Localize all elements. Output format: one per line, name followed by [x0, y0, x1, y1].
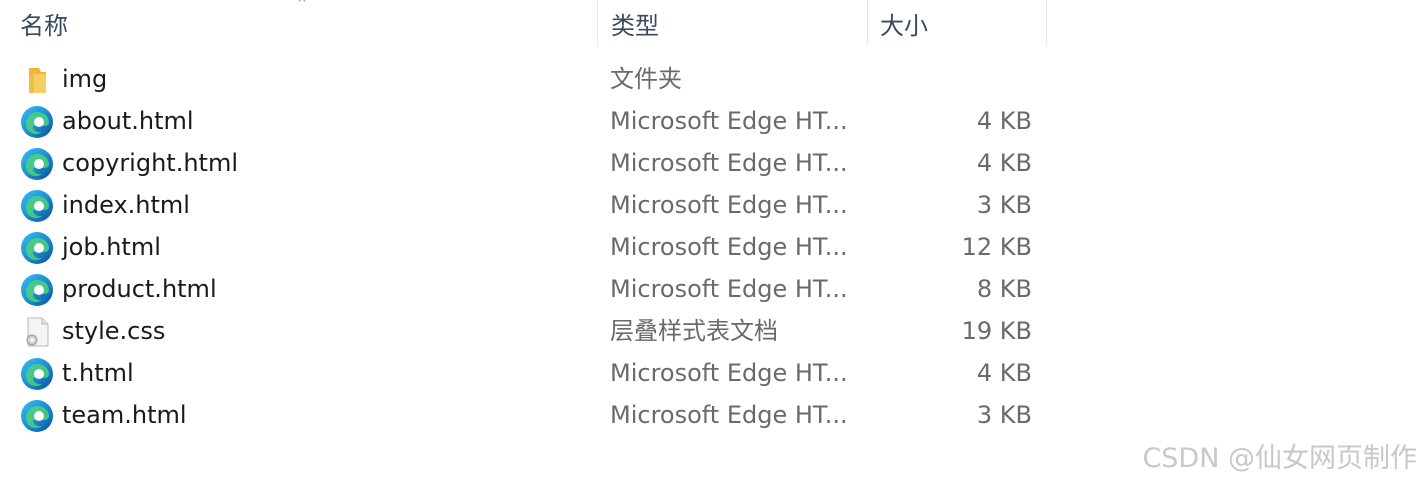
file-row[interactable]: about.html Microsoft Edge HT... 4 KB — [0, 100, 1050, 142]
sort-indicator-icon: ^ — [297, 0, 308, 10]
file-size: 4 KB — [976, 107, 1032, 135]
file-name: copyright.html — [62, 149, 239, 177]
file-name: team.html — [62, 401, 187, 429]
file-row[interactable]: copyright.html Microsoft Edge HT... 4 KB — [0, 142, 1050, 184]
edge-icon — [20, 231, 54, 265]
column-header-type-label: 类型 — [611, 11, 659, 40]
folder-icon — [20, 63, 54, 97]
file-name: index.html — [62, 191, 190, 219]
edge-icon — [20, 273, 54, 307]
file-type: Microsoft Edge HT... — [610, 359, 848, 387]
file-name: style.css — [62, 317, 166, 345]
file-name: t.html — [62, 359, 134, 387]
file-row[interactable]: index.html Microsoft Edge HT... 3 KB — [0, 184, 1050, 226]
file-type: 层叠样式表文档 — [610, 317, 778, 345]
file-size: 3 KB — [976, 191, 1032, 219]
file-row[interactable]: style.css 层叠样式表文档 19 KB — [0, 310, 1050, 352]
file-name: product.html — [62, 275, 217, 303]
file-name: about.html — [62, 107, 194, 135]
file-type: 文件夹 — [610, 65, 682, 93]
file-size: 19 KB — [961, 317, 1032, 345]
file-size — [870, 58, 1032, 100]
file-size: 3 KB — [976, 401, 1032, 429]
file-name: job.html — [62, 233, 161, 261]
column-header-size-label: 大小 — [880, 11, 928, 40]
edge-icon — [20, 105, 54, 139]
file-type: Microsoft Edge HT... — [610, 107, 848, 135]
edge-icon — [20, 147, 54, 181]
file-row[interactable]: job.html Microsoft Edge HT... 12 KB — [0, 226, 1050, 268]
file-name: img — [62, 65, 108, 93]
file-row[interactable]: t.html Microsoft Edge HT... 4 KB — [0, 352, 1050, 394]
column-header: 名称 ^ 类型 大小 — [0, 0, 1423, 46]
file-row[interactable]: team.html Microsoft Edge HT... 3 KB — [0, 394, 1050, 436]
file-list: img 文件夹 about.html Microsoft Edge HT... — [0, 58, 1050, 436]
file-type: Microsoft Edge HT... — [610, 149, 848, 177]
css-file-icon — [20, 315, 54, 349]
file-type: Microsoft Edge HT... — [610, 191, 848, 219]
file-type: Microsoft Edge HT... — [610, 275, 848, 303]
column-header-size[interactable]: 大小 — [867, 0, 1047, 46]
file-type: Microsoft Edge HT... — [610, 233, 848, 261]
file-size: 12 KB — [961, 233, 1032, 261]
file-size: 4 KB — [976, 359, 1032, 387]
file-row[interactable]: img 文件夹 — [0, 58, 1050, 100]
file-size: 8 KB — [976, 275, 1032, 303]
column-header-name-label: 名称 — [20, 11, 68, 40]
file-size: 4 KB — [976, 149, 1032, 177]
watermark: CSDN @仙女网页制作 — [1142, 443, 1417, 474]
file-type: Microsoft Edge HT... — [610, 401, 848, 429]
file-row[interactable]: product.html Microsoft Edge HT... 8 KB — [0, 268, 1050, 310]
edge-icon — [20, 399, 54, 433]
column-header-type[interactable]: 类型 — [597, 0, 867, 46]
edge-icon — [20, 357, 54, 391]
edge-icon — [20, 189, 54, 223]
